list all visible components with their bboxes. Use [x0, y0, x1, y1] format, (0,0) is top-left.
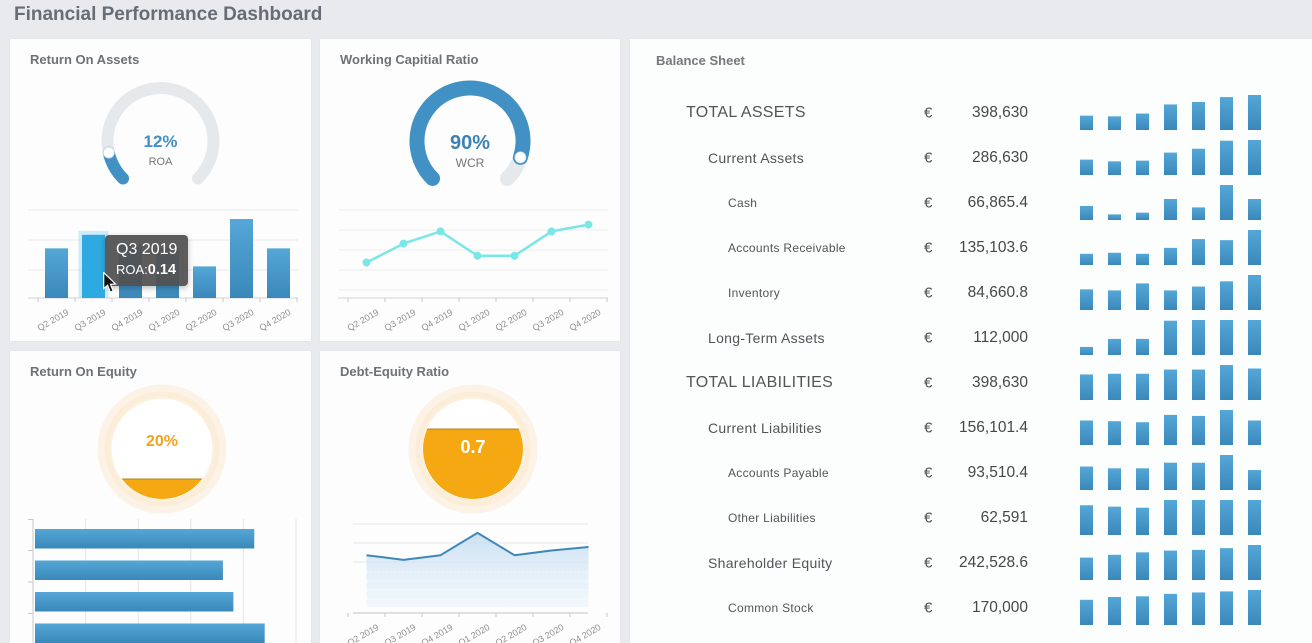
balance-sheet-title: Balance Sheet — [656, 53, 745, 68]
balance-sheet-row: Accounts Receivable€135,103.6 — [630, 225, 1312, 270]
account-amount: 66,865.4 — [930, 194, 1028, 212]
balance-sheet-row: Common Stock€170,000 — [630, 585, 1312, 630]
svg-text:Q4 2019: Q4 2019 — [420, 307, 455, 333]
card-roa-title: Return On Assets — [30, 52, 139, 67]
account-amount: 398,630 — [930, 104, 1028, 122]
card-working-capital-ratio: Working Capitial Ratio 90% WCR Q2 2019Q3… — [320, 39, 620, 341]
roe-hbar-chart[interactable] — [10, 519, 311, 643]
account-label: TOTAL LIABILITIES — [686, 374, 833, 392]
trend-sparkline — [1080, 273, 1276, 311]
svg-text:Q3 2019: Q3 2019 — [73, 307, 108, 333]
account-amount: 398,630 — [930, 374, 1028, 392]
balance-sheet-row: Shareholder Equity€242,528.6 — [630, 540, 1312, 585]
svg-text:Q4 2020: Q4 2020 — [258, 307, 293, 333]
wcr-gauge-metric: WCR — [456, 156, 485, 170]
card-debt-equity-ratio: Debt-Equity Ratio 0.7 Q2 2019Q3 2019Q4 2… — [320, 351, 620, 643]
svg-text:Q3 2019: Q3 2019 — [383, 307, 418, 333]
tooltip-value-line: ROA:0.14 — [116, 261, 177, 279]
card-return-on-equity: Return On Equity 20% — [10, 351, 311, 643]
svg-text:Q1 2020: Q1 2020 — [147, 307, 182, 333]
page-title: Financial Performance Dashboard — [14, 4, 322, 26]
balance-sheet-row: TOTAL ASSETS€398,630 — [630, 90, 1312, 135]
svg-text:Q3 2020: Q3 2020 — [531, 622, 566, 643]
svg-text:Q4 2019: Q4 2019 — [420, 622, 455, 643]
der-area-chart[interactable]: Q2 2019Q3 2019Q4 2019Q1 2020Q2 2020Q3 20… — [320, 516, 620, 643]
roa-gauge: 12% ROA — [10, 77, 311, 195]
trend-sparkline — [1080, 93, 1276, 131]
trend-sparkline — [1080, 543, 1276, 581]
balance-sheet-row: Current Assets€286,630 — [630, 135, 1312, 180]
account-label: Long-Term Assets — [708, 330, 825, 346]
account-label: Shareholder Equity — [708, 555, 832, 571]
trend-sparkline — [1080, 498, 1276, 536]
balance-sheet-row: TOTAL LIABILITIES€398,630 — [630, 360, 1312, 405]
account-amount: 93,510.4 — [930, 464, 1028, 482]
card-roe-title: Return On Equity — [30, 364, 137, 379]
roa-gauge-metric: ROA — [149, 156, 174, 168]
balance-sheet-row: Cash€66,865.4 — [630, 180, 1312, 225]
mouse-cursor-icon — [102, 272, 118, 294]
wcr-line-chart[interactable]: Q2 2019Q3 2019Q4 2019Q1 2020Q2 2020Q3 20… — [320, 199, 620, 341]
der-liquid-gauge: 0.7 — [320, 381, 620, 521]
svg-text:Q2 2019: Q2 2019 — [346, 307, 381, 333]
wcr-gauge: 90% WCR — [320, 77, 620, 195]
account-label: Other Liabilities — [728, 511, 816, 525]
trend-sparkline — [1080, 363, 1276, 401]
svg-text:Q3 2019: Q3 2019 — [383, 622, 418, 643]
trend-sparkline — [1080, 183, 1276, 221]
trend-sparkline — [1080, 138, 1276, 176]
balance-sheet-row: Inventory€84,660.8 — [630, 270, 1312, 315]
account-label: TOTAL ASSETS — [686, 104, 806, 122]
account-amount: 242,528.6 — [930, 554, 1028, 572]
trend-sparkline — [1080, 318, 1276, 356]
balance-sheet-rows: TOTAL ASSETS€398,630Current Assets€286,6… — [630, 90, 1312, 630]
trend-sparkline — [1080, 408, 1276, 446]
roe-gauge-value: 20% — [146, 433, 178, 450]
svg-text:Q4 2019: Q4 2019 — [110, 307, 145, 333]
svg-text:Q4 2020: Q4 2020 — [568, 622, 603, 643]
trend-sparkline — [1080, 588, 1276, 626]
roa-gauge-value: 12% — [143, 132, 177, 151]
wcr-gauge-value: 90% — [450, 132, 490, 154]
tooltip-category: Q3 2019 — [116, 239, 177, 261]
account-amount: 135,103.6 — [930, 239, 1028, 257]
balance-sheet-row: Long-Term Assets€112,000 — [630, 315, 1312, 360]
balance-sheet-panel: Balance Sheet TOTAL ASSETS€398,630Curren… — [630, 39, 1312, 643]
card-wcr-title: Working Capitial Ratio — [340, 52, 478, 67]
roe-liquid-gauge: 20% — [10, 381, 311, 521]
account-label: Inventory — [728, 286, 780, 300]
balance-sheet-row: Current Liabilities€156,101.4 — [630, 405, 1312, 450]
account-amount: 156,101.4 — [930, 419, 1028, 437]
svg-text:Q2 2020: Q2 2020 — [184, 307, 219, 333]
svg-text:Q1 2020: Q1 2020 — [457, 622, 492, 643]
svg-text:Q2 2019: Q2 2019 — [346, 622, 381, 643]
trend-sparkline — [1080, 228, 1276, 266]
account-label: Accounts Receivable — [728, 241, 846, 255]
balance-sheet-row: Accounts Payable€93,510.4 — [630, 450, 1312, 495]
der-gauge-value: 0.7 — [460, 437, 485, 457]
svg-text:Q2 2020: Q2 2020 — [494, 307, 529, 333]
svg-text:Q1 2020: Q1 2020 — [457, 307, 492, 333]
account-amount: 170,000 — [930, 599, 1028, 617]
card-der-title: Debt-Equity Ratio — [340, 364, 449, 379]
account-amount: 112,000 — [930, 329, 1028, 347]
svg-text:Q3 2020: Q3 2020 — [531, 307, 566, 333]
account-label: Accounts Payable — [728, 466, 829, 480]
card-return-on-assets: Return On Assets 12% ROA Q2 2019Q3 2019Q… — [10, 39, 311, 341]
trend-sparkline — [1080, 453, 1276, 491]
dashboard-page: { "page": { "title": "Financial Performa… — [0, 0, 1312, 643]
svg-text:Q4 2020: Q4 2020 — [568, 307, 603, 333]
account-amount: 62,591 — [930, 509, 1028, 527]
svg-text:Q3 2020: Q3 2020 — [221, 307, 256, 333]
account-label: Current Assets — [708, 150, 804, 166]
account-amount: 84,660.8 — [930, 284, 1028, 302]
svg-text:Q2 2020: Q2 2020 — [494, 622, 529, 643]
account-label: Current Liabilities — [708, 420, 822, 436]
account-amount: 286,630 — [930, 149, 1028, 167]
account-label: Common Stock — [728, 601, 814, 615]
svg-text:Q2 2019: Q2 2019 — [36, 307, 71, 333]
account-label: Cash — [728, 196, 757, 210]
balance-sheet-row: Other Liabilities€62,591 — [630, 495, 1312, 540]
